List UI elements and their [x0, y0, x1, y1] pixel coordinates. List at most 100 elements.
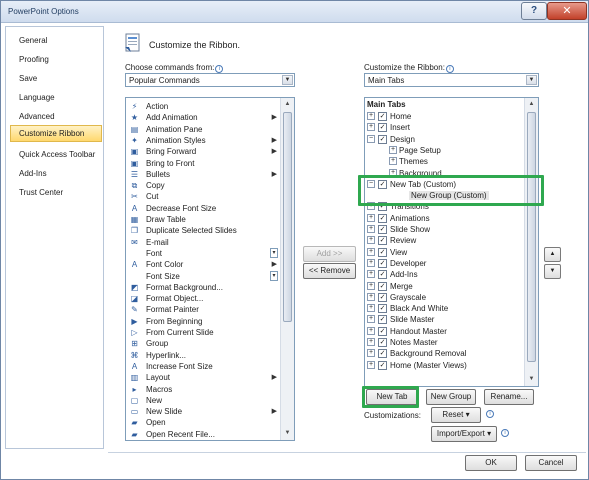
scrollbar-thumb[interactable] [527, 112, 536, 362]
command-list-item[interactable]: Font ▾ [127, 247, 279, 259]
tree-scrollbar[interactable]: ▲ ▼ [524, 98, 538, 386]
chevron-down-icon[interactable]: ▼ [282, 75, 293, 85]
command-list-item[interactable]: A Increase Font Size [127, 361, 279, 372]
collapse-icon[interactable]: − [367, 179, 375, 188]
nav-item-trust-center[interactable]: Trust Center [10, 184, 102, 201]
command-list-item[interactable]: ▶ From Beginning [127, 316, 279, 327]
checkbox[interactable]: ✓ [378, 292, 387, 302]
expand-icon[interactable]: + [389, 145, 397, 154]
nav-item-proofing[interactable]: Proofing [10, 51, 102, 68]
nav-item-quick-access-toolbar[interactable]: Quick Access Toolbar [10, 146, 102, 163]
command-list-item[interactable]: ⊞ Group [127, 338, 279, 349]
command-list-item[interactable]: ▥ Layout ▶ [127, 372, 279, 383]
choose-commands-combo[interactable]: Popular Commands ▼ [125, 73, 295, 87]
scrollbar-thumb[interactable] [283, 112, 292, 322]
help-button[interactable]: ? [521, 2, 547, 20]
customize-ribbon-combo[interactable]: Main Tabs ▼ [364, 73, 539, 87]
chevron-down-icon[interactable]: ▼ [526, 75, 537, 85]
ok-button[interactable]: OK [465, 455, 517, 471]
command-list-item[interactable]: ☰ Bullets ▶ [127, 169, 279, 180]
import-export-button[interactable]: Import/Export ▾ [431, 426, 497, 442]
expand-icon[interactable]: + [367, 247, 375, 256]
scroll-up-icon[interactable]: ▲ [281, 98, 294, 111]
cancel-button[interactable]: Cancel [525, 455, 577, 471]
expand-icon[interactable]: + [389, 168, 397, 177]
command-list-item[interactable]: ▦ Draw Table [127, 214, 279, 225]
nav-item-language[interactable]: Language [10, 89, 102, 106]
expand-icon[interactable]: + [367, 270, 375, 279]
new-group-button[interactable]: New Group [426, 389, 476, 405]
expand-icon[interactable]: + [367, 304, 375, 313]
command-list-item[interactable]: ❐ Duplicate Selected Slides [127, 225, 279, 236]
nav-item-add-ins[interactable]: Add-Ins [10, 165, 102, 182]
command-list-item[interactable]: ▷ From Current Slide [127, 327, 279, 338]
scroll-down-icon[interactable]: ▼ [281, 427, 294, 440]
expand-icon[interactable]: + [367, 236, 375, 245]
checkbox[interactable]: ✓ [378, 134, 387, 144]
expand-icon[interactable]: + [367, 349, 375, 358]
expand-icon[interactable]: + [367, 315, 375, 324]
expand-icon[interactable]: + [367, 112, 375, 120]
command-list-item[interactable]: ✂ Cut [127, 191, 279, 202]
checkbox[interactable]: ✓ [378, 281, 387, 291]
command-list-item[interactable]: ▢ New [127, 395, 279, 406]
expand-icon[interactable]: + [367, 326, 375, 335]
scroll-down-icon[interactable]: ▼ [525, 373, 538, 386]
command-list-item[interactable]: A Font Color ▶ [127, 259, 279, 270]
command-list-item[interactable]: ⌘ Hyperlink... [127, 350, 279, 361]
expand-icon[interactable]: + [367, 292, 375, 301]
checkbox[interactable]: ✓ [378, 270, 387, 280]
move-up-button[interactable]: ▲ [544, 247, 561, 262]
command-list-item[interactable]: ▰ Open Recent File... [127, 429, 279, 440]
command-list-item[interactable]: ✎ Format Painter [127, 304, 279, 315]
checkbox[interactable]: ✓ [378, 112, 387, 121]
checkbox[interactable]: ✓ [378, 349, 387, 359]
nav-item-customize-ribbon[interactable]: Customize Ribbon [10, 125, 102, 142]
expand-icon[interactable]: + [367, 281, 375, 290]
nav-item-save[interactable]: Save [10, 70, 102, 87]
checkbox[interactable]: ✓ [378, 360, 387, 370]
close-button[interactable]: ✕ [547, 2, 587, 20]
checkbox[interactable]: ✓ [378, 338, 387, 347]
scroll-up-icon[interactable]: ▲ [525, 98, 538, 111]
move-down-button[interactable]: ▼ [544, 264, 561, 279]
command-list-item[interactable]: ◪ Format Object... [127, 293, 279, 304]
expand-icon[interactable]: + [367, 202, 375, 211]
commands-list[interactable]: ▰ Open Recent File... ▰ Open ▭ New Slide ▶ ▢ New… [125, 97, 295, 441]
checkbox[interactable]: ✓ [378, 202, 387, 212]
checkbox[interactable]: ✓ [378, 258, 387, 268]
checkbox[interactable]: ✓ [378, 326, 387, 336]
command-list-item[interactable]: ✦ Animation Styles ▶ [127, 135, 279, 146]
remove-button[interactable]: << Remove [303, 263, 356, 279]
add-button[interactable]: Add >> [303, 246, 356, 262]
command-list-item[interactable]: ✉ E-mail [127, 237, 279, 248]
expand-icon[interactable]: + [367, 258, 375, 267]
ribbon-tabs-tree[interactable]: Main Tabs + ✓ Home + ✓ Insert − ✓ Design + Page Se… [364, 97, 539, 387]
command-list-item[interactable]: A Decrease Font Size [127, 203, 279, 214]
checkbox[interactable]: ✓ [378, 304, 387, 314]
reset-button[interactable]: Reset ▾ [431, 407, 481, 423]
command-list-item[interactable]: Font Size ▾ [127, 270, 279, 282]
new-tab-button[interactable]: New Tab [366, 389, 418, 405]
checkbox[interactable]: ✓ [378, 179, 387, 189]
command-list-item[interactable]: ▤ Animation Pane [127, 124, 279, 135]
checkbox[interactable]: ✓ [378, 236, 387, 246]
expand-icon[interactable]: + [367, 360, 375, 369]
checkbox[interactable]: ✓ [378, 315, 387, 325]
commands-scrollbar[interactable]: ▲ ▼ [280, 98, 294, 440]
collapse-icon[interactable]: − [367, 134, 375, 143]
command-list-item[interactable]: ▣ Bring to Front [127, 158, 279, 169]
checkbox[interactable]: ✓ [378, 247, 387, 257]
command-list-item[interactable]: ▰ Open [127, 417, 279, 428]
rename-button[interactable]: Rename... [484, 389, 534, 405]
command-list-item[interactable]: ◩ Format Background... [127, 282, 279, 293]
checkbox[interactable]: ✓ [378, 225, 387, 234]
expand-icon[interactable]: + [389, 157, 397, 166]
command-list-item[interactable]: ▭ New Slide ▶ [127, 406, 279, 417]
expand-icon[interactable]: + [367, 338, 375, 346]
checkbox[interactable]: ✓ [378, 123, 387, 133]
expand-icon[interactable]: + [367, 213, 375, 222]
checkbox[interactable]: ✓ [378, 213, 387, 223]
command-list-item[interactable]: ⧉ Copy [127, 180, 279, 191]
command-list-item[interactable]: ▸ Macros [127, 384, 279, 395]
